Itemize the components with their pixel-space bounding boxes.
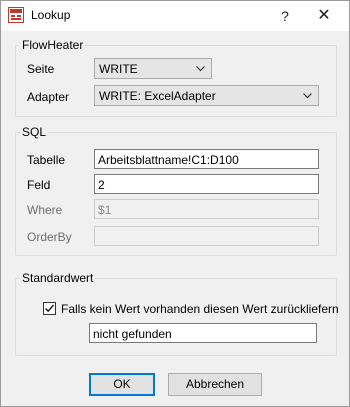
tabelle-label: Tabelle [27,153,66,167]
standardwert-group-title: Standardwert [20,271,96,285]
title-bar: Lookup ? ✕ [1,1,349,31]
close-button[interactable]: ✕ [309,5,339,27]
where-input[interactable]: $1 [94,199,319,219]
sql-group-title: SQL [20,125,49,139]
seite-select[interactable]: WRITE [94,58,212,79]
lookup-dialog: Lookup ? ✕ FlowHeater Seite WRITE Adapte… [0,0,350,407]
default-value-checkbox[interactable] [43,302,56,315]
app-icon [8,7,24,23]
checkmark-icon [44,304,55,313]
adapter-select-value: WRITE: ExcelAdapter [99,89,216,103]
window-title: Lookup [31,8,71,22]
default-value-checkbox-label[interactable]: Falls kein Wert vorhanden diesen Wert zu… [61,302,339,316]
feld-label: Feld [27,178,51,192]
default-value-input[interactable]: nicht gefunden [89,323,317,343]
ok-button[interactable]: OK [89,373,155,396]
chevron-down-icon [196,66,205,72]
tabelle-input[interactable]: Arbeitsblattname!C1:D100 [94,149,319,169]
feld-input[interactable]: 2 [94,174,319,194]
standardwert-group: Standardwert [15,271,337,356]
flowheater-group: FlowHeater [15,38,337,117]
cancel-button[interactable]: Abbrechen [168,373,262,396]
seite-select-value: WRITE [99,62,138,76]
where-label: Where [27,203,63,217]
flowheater-group-title: FlowHeater [20,38,86,52]
adapter-label: Adapter [27,90,70,104]
seite-label: Seite [27,62,55,76]
orderby-label: OrderBy [27,230,72,244]
orderby-input[interactable] [94,226,319,246]
chevron-down-icon [303,93,312,99]
help-button[interactable]: ? [273,5,297,27]
adapter-select[interactable]: WRITE: ExcelAdapter [94,85,319,106]
